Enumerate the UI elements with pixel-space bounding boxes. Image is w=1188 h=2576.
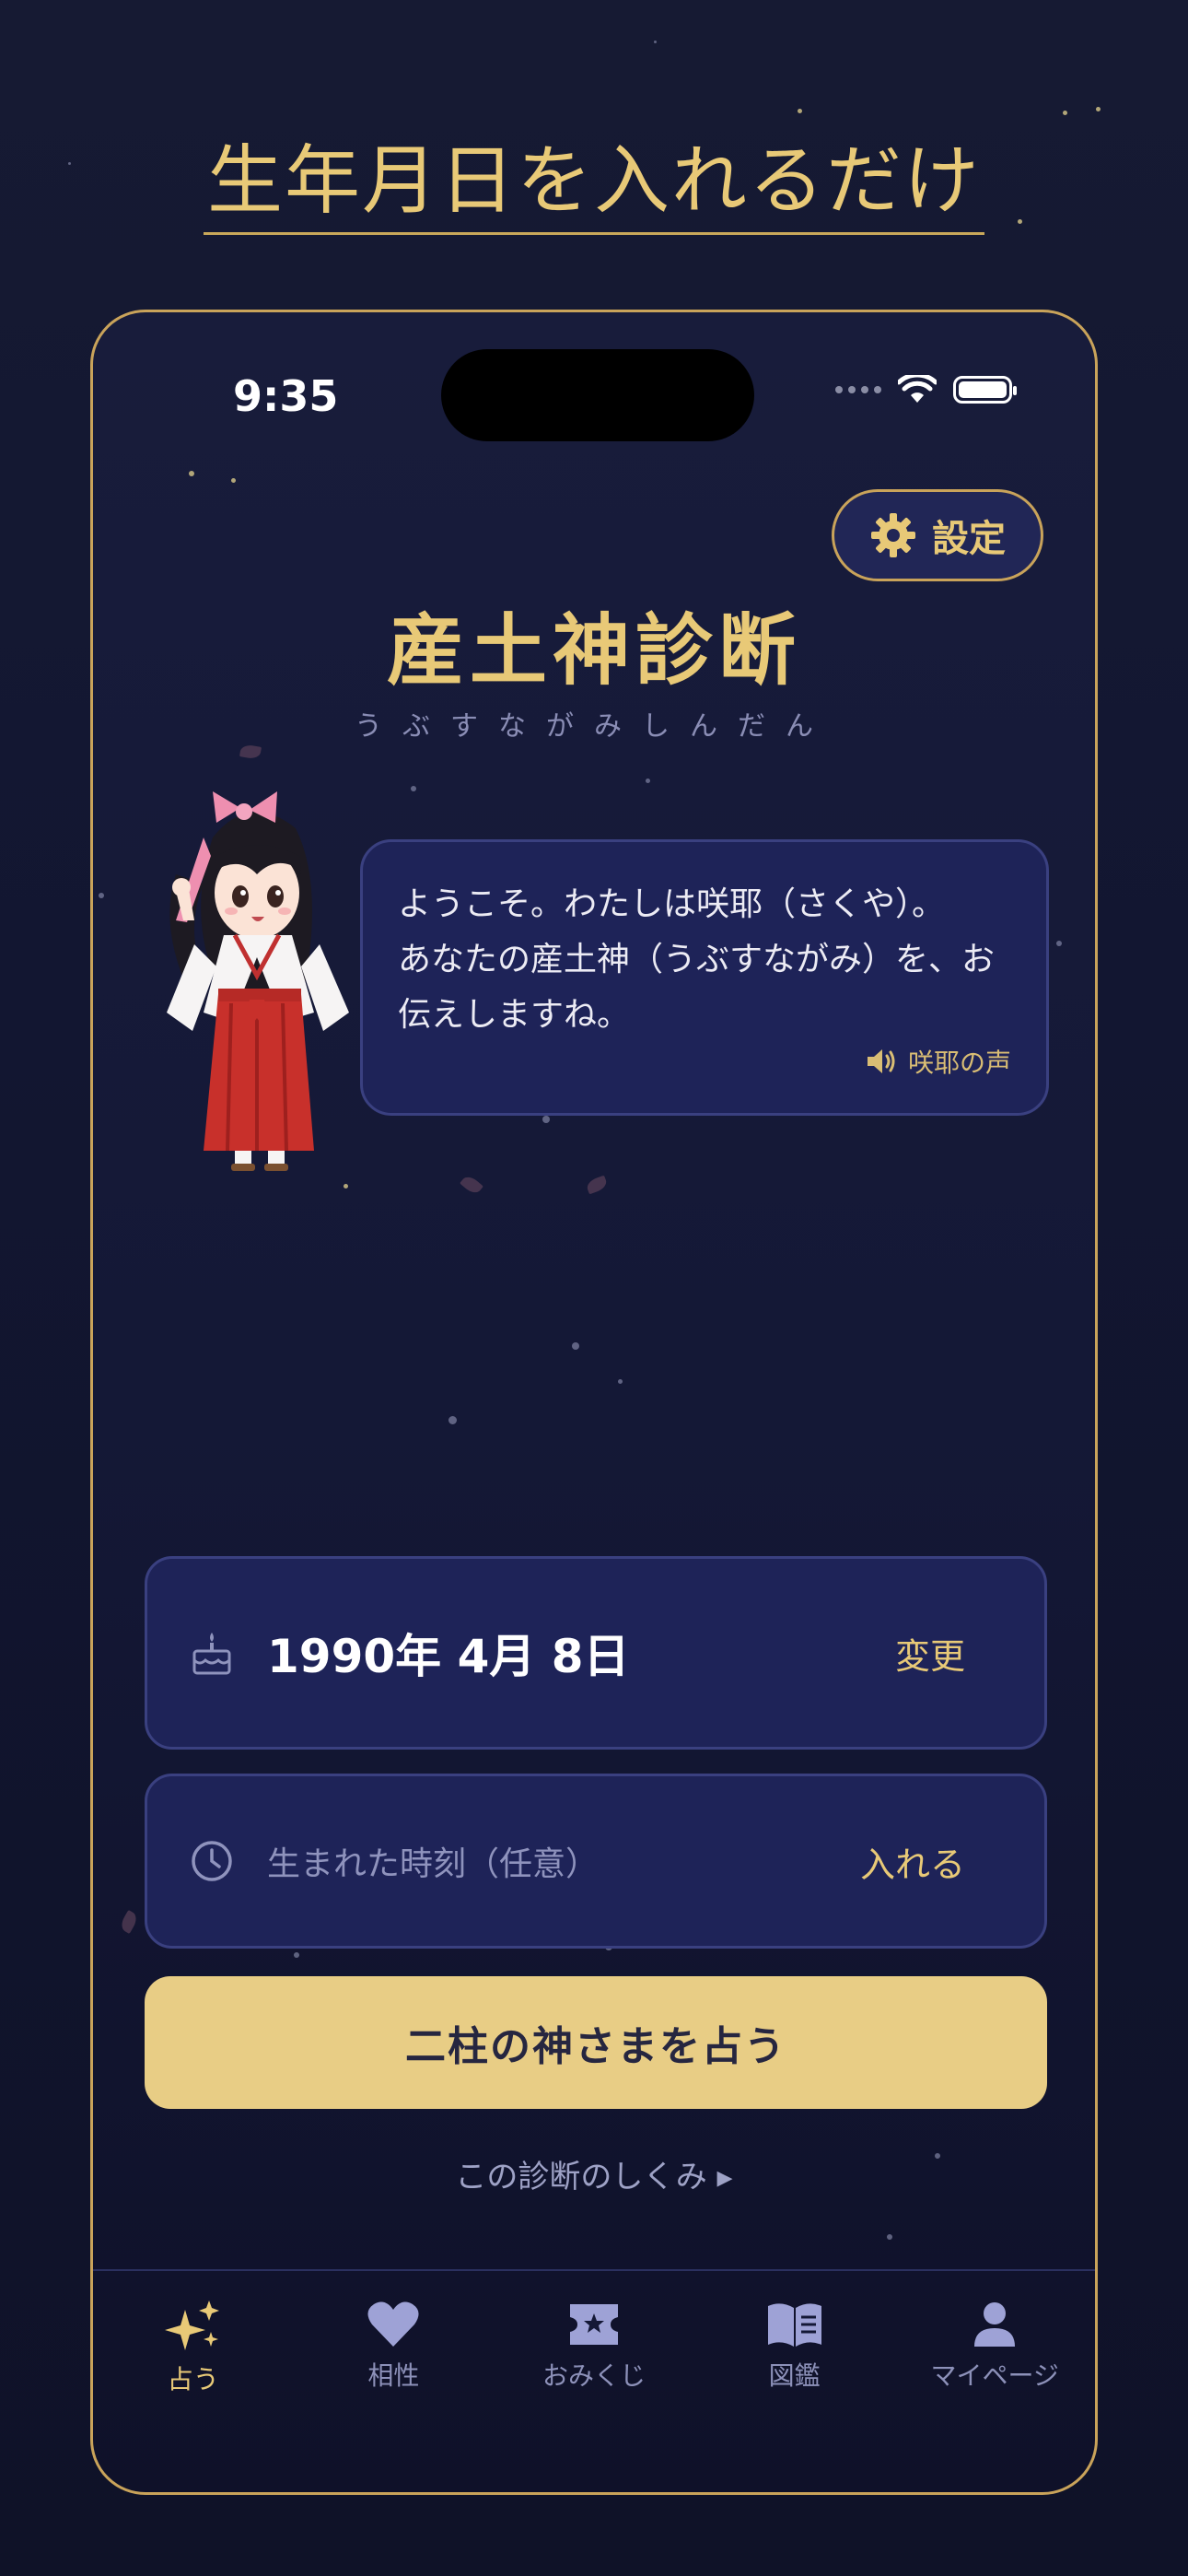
tab-omikuji[interactable]: おみくじ	[494, 2271, 694, 2492]
birthdate-card[interactable]: 1990年 4月 8日 変更	[145, 1556, 1047, 1750]
birthdate-value: 1990年 4月 8日	[267, 1630, 630, 1683]
birth-time-placeholder: 生まれた時刻（任意）	[267, 1845, 600, 1883]
star	[411, 786, 416, 791]
tab-divine[interactable]: 占う	[93, 2271, 294, 2492]
headline-text: 生年月日を入れるだけ	[203, 137, 984, 236]
app-title: 産土神診断	[386, 605, 801, 696]
star	[654, 41, 657, 43]
headline: 生年月日を入れるだけ	[0, 137, 1188, 236]
star	[294, 1952, 299, 1958]
app-title-ruby: うぶすながみしんだん	[355, 710, 833, 743]
tab-mypage[interactable]: マイページ	[894, 2271, 1095, 2492]
status-icons	[835, 375, 1017, 404]
heart-icon	[367, 2301, 419, 2347]
enter-birth-time-button[interactable]: 入れる	[860, 1836, 965, 1887]
change-birthdate-button[interactable]: 変更	[895, 1628, 965, 1679]
settings-button[interactable]: 設定	[832, 489, 1043, 581]
divine-button[interactable]: 二柱の神さまを占う	[145, 1976, 1047, 2109]
speech-bubble: ようこそ。わたしは咲耶（さくや）。 あなたの産土神（うぶすながみ）を、お 伝えし…	[360, 839, 1049, 1116]
status-time: 9:35	[233, 371, 339, 421]
miko-character-illustration	[167, 791, 349, 1171]
star	[189, 471, 194, 476]
tab-encyclopedia-label: 図鑑	[768, 2360, 821, 2391]
clock-icon	[190, 1839, 234, 1883]
settings-label: 設定	[932, 518, 1006, 560]
wifi-icon	[898, 375, 937, 403]
how-it-works-link[interactable]: この診断のしくみ ▸	[93, 2151, 1095, 2196]
speaker-icon	[867, 1049, 895, 1073]
book-icon	[767, 2303, 821, 2347]
star	[887, 2234, 892, 2240]
tab-omikuji-label: おみくじ	[542, 2360, 646, 2391]
birthday-cake-icon	[190, 1631, 234, 1675]
star	[1096, 107, 1101, 111]
petal	[239, 744, 262, 760]
welcome-message: ようこそ。わたしは咲耶（さくや）。 あなたの産土神（うぶすながみ）を、お 伝えし…	[398, 885, 996, 1034]
star	[448, 1416, 457, 1424]
tab-compatibility-label: 相性	[367, 2360, 420, 2391]
star	[618, 1379, 623, 1384]
star	[1063, 111, 1067, 115]
star	[572, 1342, 579, 1350]
tab-encyclopedia[interactable]: 図鑑	[694, 2271, 895, 2492]
star	[1056, 941, 1062, 946]
ticket-icon	[569, 2304, 618, 2345]
tab-mypage-label: マイページ	[930, 2360, 1059, 2391]
sparkles-icon	[164, 2301, 219, 2350]
petal	[460, 1173, 483, 1197]
person-icon	[974, 2302, 1016, 2347]
star	[542, 1116, 550, 1123]
star	[231, 478, 236, 483]
battery-icon	[953, 376, 1017, 404]
voice-label: 咲耶の声	[907, 1048, 1011, 1078]
signal-icon	[835, 386, 881, 393]
phone-frame: 9:35 設定 産土神診断 うぶすながみしんだん ようこそ。わたしは咲耶（さくや…	[90, 310, 1098, 2495]
petal	[118, 1909, 140, 1935]
dynamic-island	[441, 349, 754, 441]
gear-icon	[871, 513, 915, 557]
star	[646, 779, 650, 783]
star	[99, 893, 104, 898]
tab-divine-label: 占う	[167, 2364, 219, 2395]
tab-bar: 占う 相性 おみくじ 図鑑 マイページ	[93, 2269, 1095, 2492]
birth-time-card[interactable]: 生まれた時刻（任意） 入れる	[145, 1774, 1047, 1949]
star	[798, 109, 802, 113]
voice-button[interactable]: 咲耶の声	[866, 1043, 1011, 1080]
tab-compatibility[interactable]: 相性	[294, 2271, 495, 2492]
petal	[585, 1175, 609, 1195]
